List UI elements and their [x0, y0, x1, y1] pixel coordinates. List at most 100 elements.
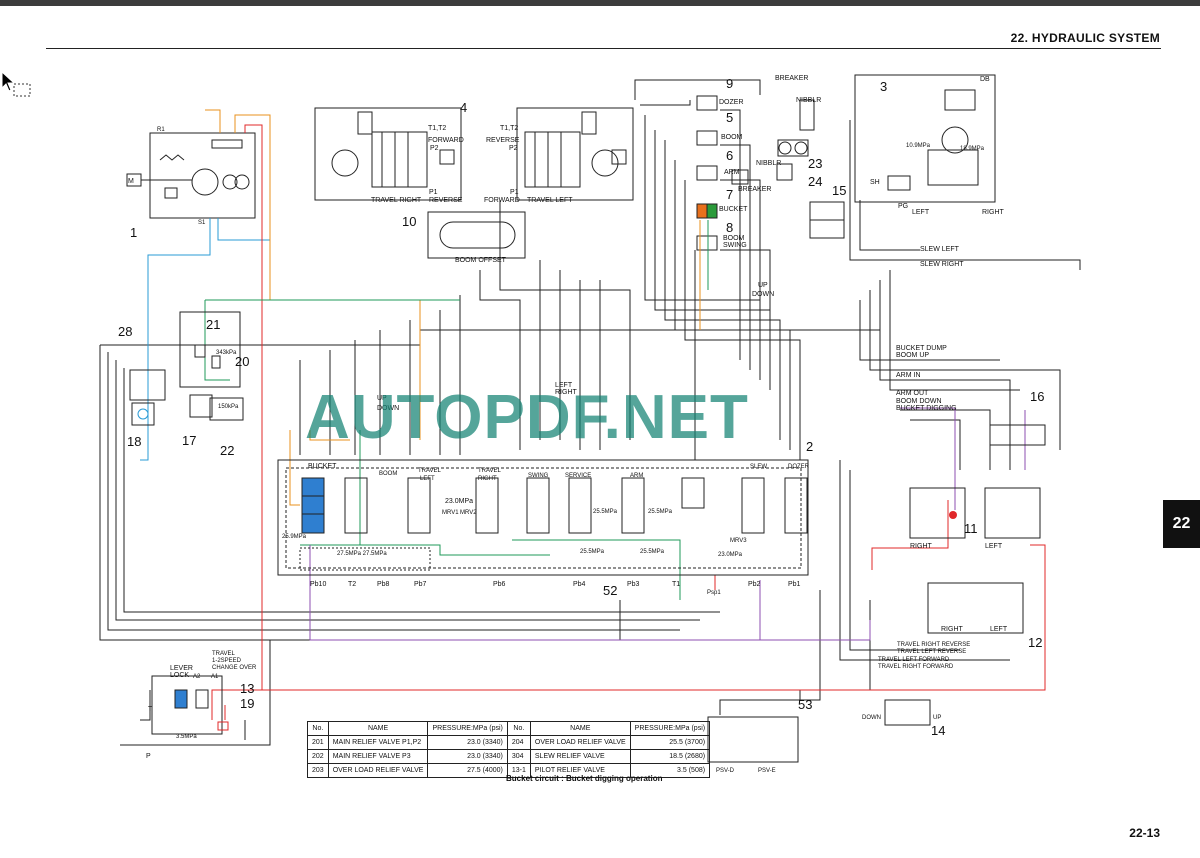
dozer-label: DOZER	[719, 99, 744, 106]
pb3-label: Pb3	[627, 581, 640, 588]
callout-53: 53	[798, 697, 812, 712]
watermark: AUTOPDF.NET	[305, 383, 749, 452]
travel-motor-right-assembly	[516, 107, 634, 201]
callout-19: 19	[240, 696, 254, 711]
callout-13: 13	[240, 681, 254, 696]
mpa-23-label: 23.0MPa	[445, 498, 473, 505]
lever-a2-label: A2	[193, 674, 201, 680]
psp1-label: Psp1	[707, 590, 721, 596]
arm-out-label: ARM OUT	[896, 390, 929, 397]
travel-right-label: TRAVEL RIGHT	[371, 197, 422, 204]
swivel-joint	[809, 201, 845, 239]
t2-label: T2	[348, 581, 356, 588]
table-cell: 27.5 (4000)	[427, 763, 508, 778]
callout-3: 3	[880, 79, 887, 94]
pg-label: PG	[898, 203, 908, 210]
swing-section-label: SWING	[528, 473, 549, 479]
breaker2-label: BREAKER	[738, 186, 771, 193]
mpa-275-label: 27.5MPa 27.5MPa	[337, 551, 387, 557]
callout-21: 21	[206, 317, 220, 332]
mpa-189-label: 18.9MPa	[960, 146, 985, 152]
pb4-label: Pb4	[573, 581, 586, 588]
left-joystick-label: LEFT	[985, 543, 1003, 550]
table-cell: 204	[506, 735, 531, 750]
callout-24: 24	[808, 174, 822, 189]
callout-16: 16	[1030, 389, 1044, 404]
psv-d-label: PSV-D	[716, 768, 735, 774]
lever-lock-label-2: LOCK	[170, 672, 189, 679]
travel-speed-label-2: 1-2SPEED	[212, 658, 242, 664]
pb10-label: Pb10	[310, 581, 326, 588]
travel-section-label: TRAVEL	[418, 468, 442, 474]
right-section-label: RIGHT	[478, 476, 497, 482]
mpa-255-label: 25.5MPa	[593, 509, 618, 515]
pb2-label: Pb2	[748, 581, 761, 588]
t1t2a-label: T1,T2	[428, 125, 446, 132]
boom-offset-label: BOOM OFFSET	[455, 257, 507, 264]
bucket-section-label: BUCKET	[308, 463, 337, 470]
mrv1-label: MRV1	[442, 510, 459, 516]
bucket-digging-label: BUCKET DIGGING	[896, 405, 957, 412]
callout-5: 5	[726, 110, 733, 125]
right-slew-label: RIGHT	[982, 209, 1005, 216]
relief-valve-table: No. NAME PRESSURE:MPa (psi) No. NAME PRE…	[307, 721, 711, 778]
callout-20: 20	[235, 354, 249, 369]
callout-52: 52	[603, 583, 617, 598]
right-joystick-label: RIGHT	[910, 543, 933, 550]
column-header: NAME	[327, 721, 429, 736]
pump-r1-label: R1	[157, 127, 165, 133]
boom-swing-label: BOOM	[723, 235, 745, 242]
column-header: PRESSURE:MPa (psi)	[629, 721, 711, 736]
slew-left-label: SLEW LEFT	[920, 246, 960, 253]
bucket-joystick-active-port	[949, 511, 957, 519]
mpa-35-label: 3.5MPa	[176, 734, 197, 740]
column-header: No.	[307, 721, 329, 736]
kpa-343-label: 343kPa	[216, 350, 237, 356]
t1t2b-label: T1,T2	[500, 125, 518, 132]
arm-in-label: ARM IN	[896, 372, 921, 379]
callout-17: 17	[182, 433, 196, 448]
tr-fwd-label: TRAVEL RIGHT FORWARD	[878, 664, 954, 670]
tl-rev-label: TRAVEL LEFT REVERSE	[897, 649, 966, 655]
dozer-down-label: DOWN	[862, 715, 881, 721]
lever-lock-label: LEVER	[170, 665, 193, 672]
table-cell: 202	[307, 749, 329, 764]
callout-6: 6	[726, 148, 733, 163]
boom-section-label: BOOM	[379, 471, 397, 477]
reverse-b-label: REVERSE	[429, 197, 463, 204]
callout-8: 8	[726, 220, 733, 235]
psv-e-label: PSV-E	[758, 768, 776, 774]
bucket-spool-active	[301, 477, 325, 534]
boom-label: BOOM	[721, 134, 743, 141]
pump-s1-label: S1	[198, 220, 206, 226]
mpa-255d-label: 25.5MPa	[640, 549, 665, 555]
callout-9: 9	[726, 76, 733, 91]
bucket-label: BUCKET	[719, 206, 748, 213]
pb7-label: Pb7	[414, 581, 427, 588]
table-cell: 23.0 (3340)	[427, 735, 508, 750]
chapter-tab[interactable]: 22	[1163, 500, 1200, 548]
up-label: UP	[758, 282, 768, 289]
tr-rev-label: TRAVEL RIGHT REVERSE	[897, 642, 970, 648]
mpa-230b-label: 23.0MPa	[718, 552, 743, 558]
lever-a1-label: A1	[211, 674, 219, 680]
p2-label: P2	[430, 145, 439, 152]
breaker-label: BREAKER	[775, 75, 808, 82]
service-section-label: SERVICE	[565, 473, 591, 479]
p1r-label: P1	[510, 189, 519, 196]
p2r-label: P2	[509, 145, 518, 152]
pb1-label: Pb1	[788, 581, 801, 588]
arm-section-label: ARM	[630, 473, 643, 479]
table-cell: 201	[307, 735, 329, 750]
figure-caption: Bucket circuit : Bucket digging operatio…	[506, 774, 663, 783]
table-header-row: No. NAME PRESSURE:MPa (psi) No. NAME PRE…	[307, 721, 711, 736]
table-cell: SLEW RELIEF VALVE	[529, 749, 631, 764]
table-cell: 18.5 (2680)	[629, 749, 711, 764]
dozer-up-label: UP	[933, 715, 941, 721]
bucket-cylinder-rod-side	[696, 203, 708, 219]
column-header: NAME	[529, 721, 631, 736]
table-cell: 304	[506, 749, 531, 764]
boom-down-label: BOOM DOWN	[896, 398, 942, 405]
nibblr-label: NIBBLR	[796, 97, 821, 104]
left-section-label: LEFT	[420, 476, 435, 482]
